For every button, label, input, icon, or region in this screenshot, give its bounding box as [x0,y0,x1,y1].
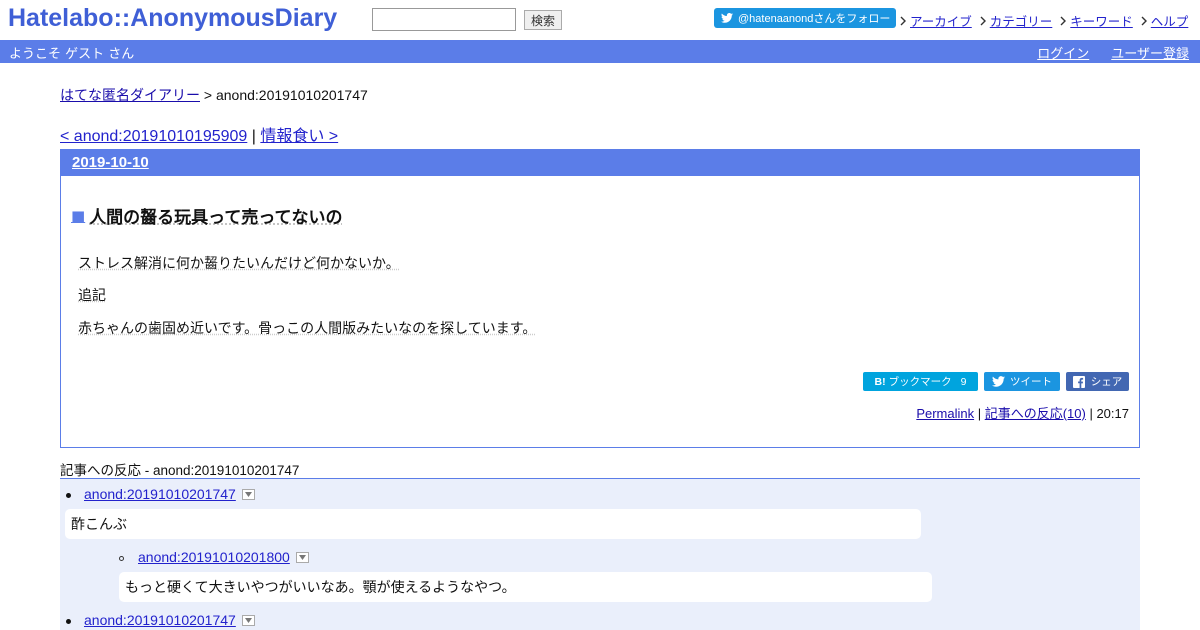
tweet-label: ツイート [1010,376,1052,388]
list-bullet [66,493,71,498]
meta-separator: | [1085,406,1097,421]
breadcrumb-home-link[interactable]: はてな匿名ダイアリー [60,87,200,103]
user-links: ログイン ユーザー登録 [1037,43,1189,62]
twitter-bird-icon [721,13,733,23]
arrow-right-icon [980,16,986,25]
share-buttons: B! ブックマーク 9 ツイート シェア [863,372,1129,391]
arrow-right-icon [1141,16,1147,25]
pager-separator: | [247,128,261,145]
hatena-bookmark-label: ブックマーク [888,376,952,388]
chevron-down-icon [244,617,252,623]
twitter-follow-label: @hatenaanondさんをフォロー [738,13,891,25]
list-bullet [119,556,124,561]
reaction-id-link[interactable]: anond:20191010201747 [84,486,236,502]
nav-keyword[interactable]: キーワード [1060,11,1133,30]
breadcrumb-current: anond:20191010201747 [215,87,368,103]
nav-category-link[interactable]: カテゴリー [990,11,1053,30]
facebook-share-button[interactable]: シェア [1066,372,1129,391]
nav-help[interactable]: ヘルプ [1141,11,1189,30]
chevron-down-icon [244,491,252,497]
reaction-item: anond:20191010201800 [119,549,309,565]
breadcrumb-separator: > [200,87,216,103]
top-nav: アーカイブ カテゴリー キーワード ヘルプ [900,11,1196,30]
meta-separator: | [974,406,985,421]
arrow-right-icon [1060,16,1067,25]
hatena-b-icon: B! [874,375,886,388]
nav-keyword-link[interactable]: キーワード [1070,11,1133,30]
reaction-item: anond:20191010201747 [66,612,255,628]
share-label: シェア [1090,376,1123,388]
hatena-bookmark-button[interactable]: B! ブックマーク 9 [863,372,978,391]
login-link[interactable]: ログイン [1037,43,1089,62]
entry-date-bar: 2019-10-10 [61,150,1139,176]
chevron-down-icon [298,554,306,560]
twitter-bird-icon [992,376,1005,387]
next-entry-link[interactable]: 情報食い > [260,128,338,145]
tweet-button[interactable]: ツイート [984,372,1060,391]
reaction-menu-toggle[interactable] [295,551,309,563]
prev-entry-link[interactable]: < anond:20191010195909 [60,128,247,145]
reaction-id-link[interactable]: anond:20191010201747 [84,612,236,628]
site-logo[interactable]: Hatelabo::AnonymousDiary [8,4,337,33]
reactions-list: anond:20191010201747 酢こんぶ anond:20191010… [60,478,1140,630]
reaction-id-link[interactable]: anond:20191010201800 [138,549,290,565]
entry-title: ■ 人間の齧る玩具って売ってないの [71,203,343,229]
hatena-bookmark-count: 9 [960,375,967,388]
reaction-menu-toggle[interactable] [241,488,255,500]
nav-archive[interactable]: アーカイブ [900,11,972,30]
reaction-item: anond:20191010201747 [66,486,255,502]
entry-meta: Permalink | 記事への反応(10) | 20:17 [916,403,1129,422]
entry-paragraph: ストレス解消に何か齧りたいんだけど何かないか。 [78,256,400,272]
entry-paragraph: 赤ちゃんの歯固め近いです。骨っこの人間版みたいなのを探しています。 [78,321,537,337]
entry-date-link[interactable]: 2019-10-10 [72,154,149,171]
welcome-text: ようこそ ゲスト さん [9,47,135,62]
reaction-menu-toggle[interactable] [241,614,255,626]
nav-category[interactable]: カテゴリー [980,11,1053,30]
twitter-follow-button[interactable]: @hatenaanondさんをフォロー [714,8,896,28]
entry-permalink-mark[interactable]: ■ [71,207,85,225]
entry-title-text: 人間の齧る玩具って売ってないの [89,208,343,228]
list-bullet [66,619,71,624]
nav-archive-link[interactable]: アーカイブ [910,11,972,30]
register-link[interactable]: ユーザー登録 [1111,43,1189,62]
entry-pager: < anond:20191010195909 | 情報食い > [60,122,338,146]
reaction-text: もっと硬くて大きいやつがいいなあ。顎が使えるようなやつ。 [119,572,932,602]
entry-time: 20:17 [1096,406,1129,421]
site-header: Hatelabo::AnonymousDiary 検索 @hatenaanond… [0,0,1200,40]
entry-box: 2019-10-10 ■ 人間の齧る玩具って売ってないの ストレス解消に何か齧り… [60,149,1140,448]
entry-paragraph: 追記 [78,288,106,304]
search-button[interactable]: 検索 [524,10,562,30]
search-input[interactable] [372,8,516,31]
reaction-text: 酢こんぶ [65,509,921,539]
reactions-title: 記事への反応 - anond:20191010201747 [60,463,300,478]
user-bar: ようこそ ゲスト さん ログイン ユーザー登録 [0,40,1200,63]
reactions-link[interactable]: 記事への反応(10) [985,406,1086,421]
breadcrumb: はてな匿名ダイアリー > anond:20191010201747 [60,85,368,105]
facebook-icon [1072,375,1085,388]
arrow-right-icon [900,16,906,25]
nav-help-link[interactable]: ヘルプ [1151,11,1189,30]
permalink-link[interactable]: Permalink [916,406,974,421]
